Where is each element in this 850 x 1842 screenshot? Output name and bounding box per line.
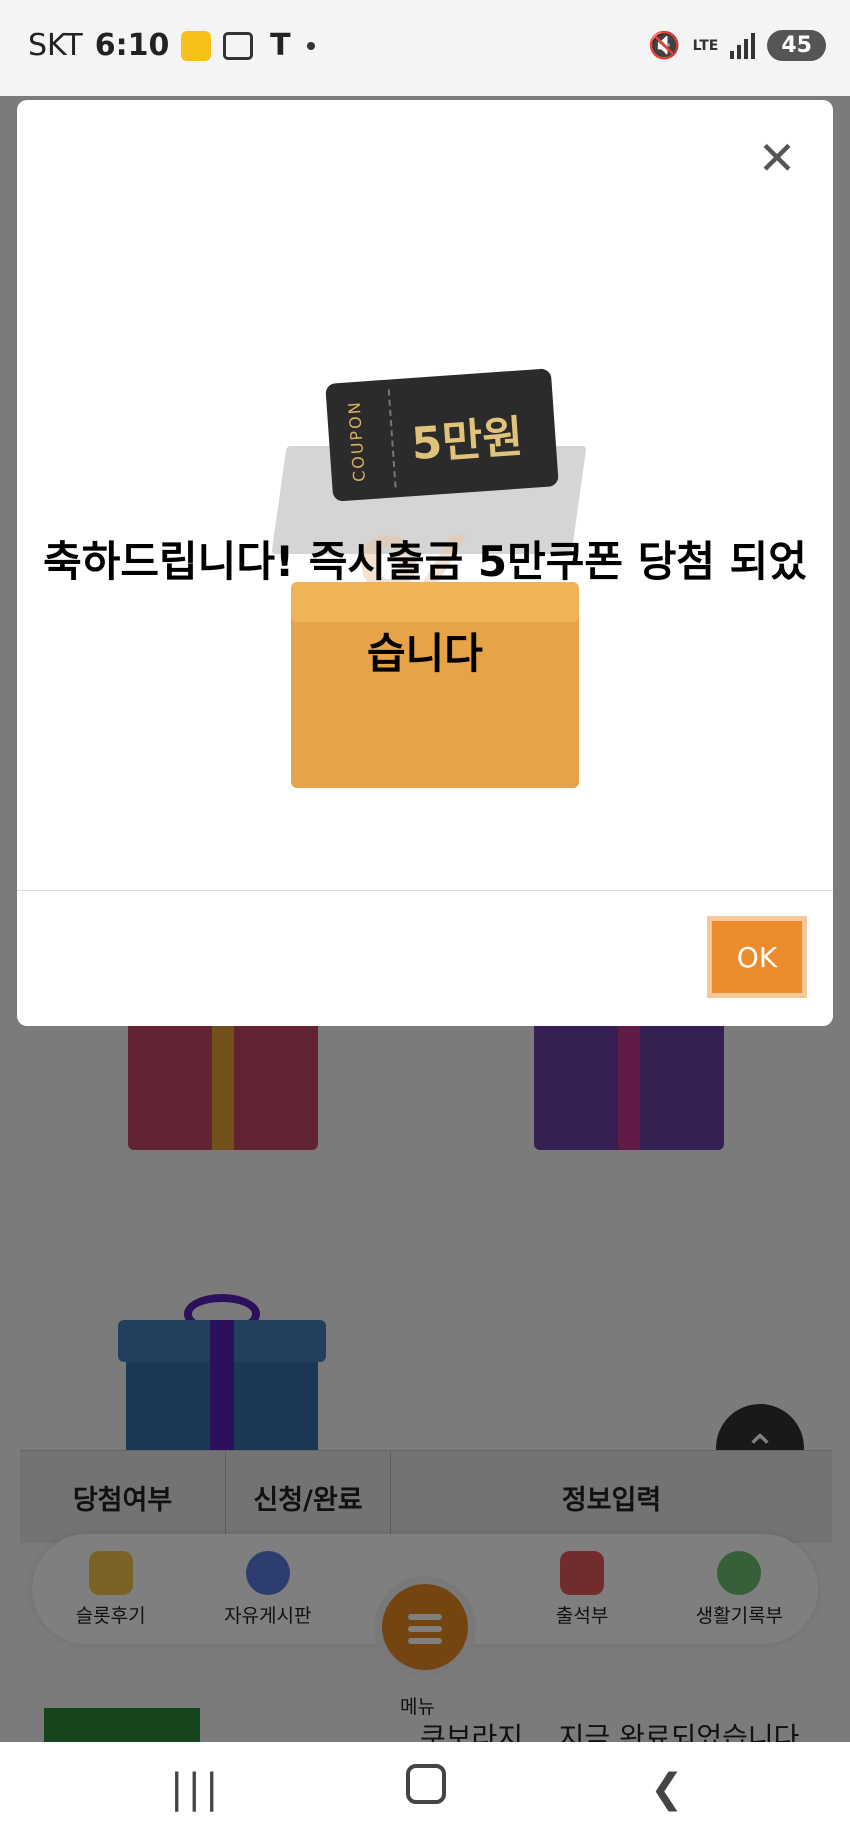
prize-dialog: ✕ COUPON 5만원 % 축하드립니다! 즉시출금 5만쿠폰 당첨 되었습니… [17,100,833,1026]
network-type: LTE [692,37,719,54]
mute-icon: 🔇 [648,30,681,61]
coupon-value: 5만원 [409,411,525,471]
close-icon[interactable]: ✕ [753,134,801,182]
system-navigation-bar: ||| ❮ [0,1742,850,1842]
battery-indicator: 45 [767,30,826,61]
back-icon[interactable]: ❮ [650,1766,684,1812]
carrier-label: SKT [28,28,83,63]
recent-apps-icon[interactable]: ||| [170,1766,222,1812]
prize-message: 축하드립니다! 즉시출금 5만쿠폰 당첨 되었습니다 [43,537,807,678]
screenshot-icon [223,31,254,60]
status-bar: SKT 6:10 T 🔇 LTE 45 [0,0,850,96]
more-notifications-icon [307,41,316,50]
home-icon[interactable] [406,1764,446,1804]
coupon-ticket: COUPON 5만원 [325,368,559,502]
t-app-icon: T [270,27,291,63]
divider [17,890,833,891]
clock: 6:10 [94,28,170,63]
ok-button[interactable]: OK [707,916,807,998]
coupon-side-label: COUPON [344,399,370,483]
signal-icon [730,32,756,59]
app-notification-icon [181,30,212,61]
